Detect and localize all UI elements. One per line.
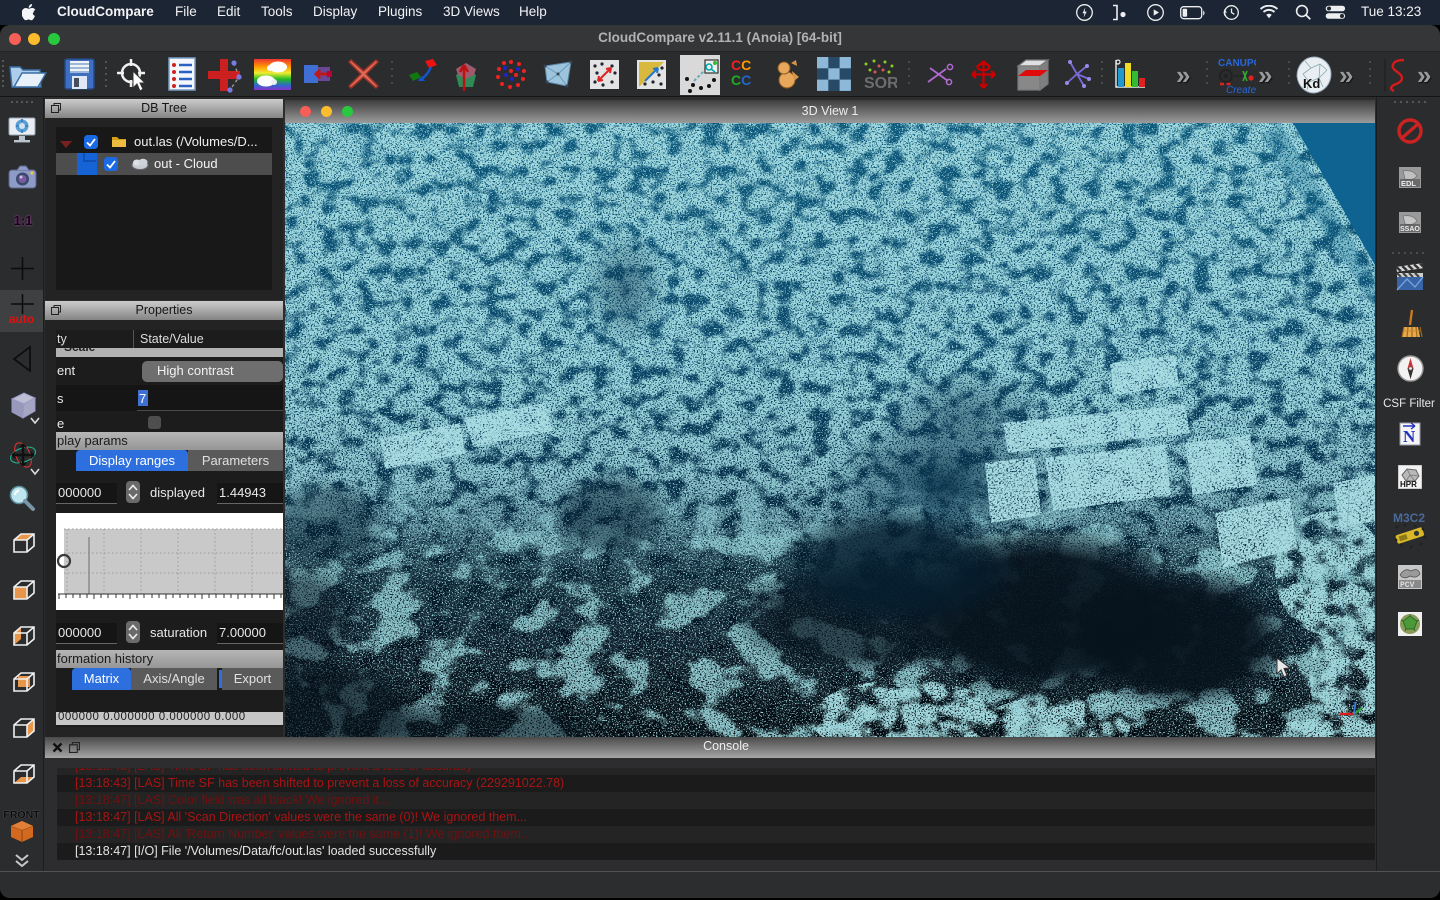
svg-text:HPR: HPR (1400, 480, 1417, 489)
svg-text:CANUPO: CANUPO (1218, 58, 1256, 69)
svg-text:SSAO: SSAO (1400, 226, 1420, 233)
svg-text:N: N (1403, 427, 1416, 446)
svg-text:EDL: EDL (1401, 179, 1416, 188)
svg-text:PCV: PCV (1400, 581, 1415, 589)
svg-text:Kd: Kd (1303, 76, 1320, 91)
svg-text:Create: Create (1226, 85, 1256, 94)
svg-text:SOR: SOR (864, 75, 897, 91)
